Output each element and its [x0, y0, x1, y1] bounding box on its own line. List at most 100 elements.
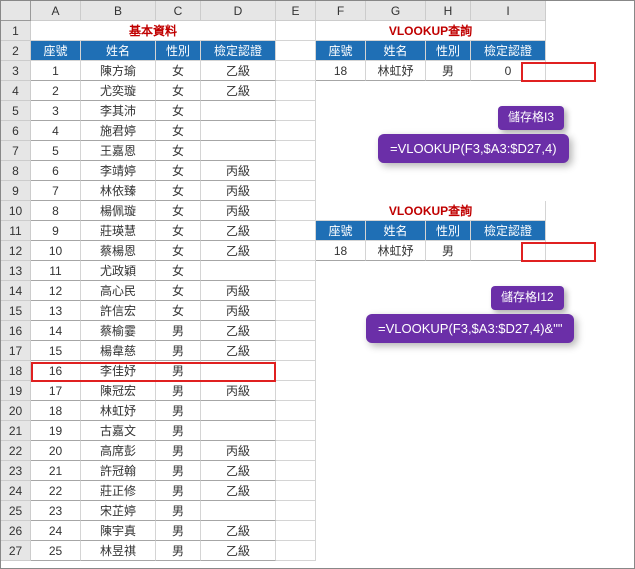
cell-B18[interactable]: 李佳妤: [81, 361, 156, 381]
cell-D15[interactable]: 丙級: [201, 301, 276, 321]
cell-B25[interactable]: 宋芷婷: [81, 501, 156, 521]
cell-A21[interactable]: 19: [31, 421, 81, 441]
cell-E8[interactable]: [276, 161, 316, 181]
cell-F3[interactable]: 18: [316, 61, 366, 81]
cell-D19[interactable]: 丙級: [201, 381, 276, 401]
cell-I12[interactable]: [471, 241, 546, 261]
row-4[interactable]: 4: [1, 81, 31, 101]
cell-D21[interactable]: [201, 421, 276, 441]
cell-E6[interactable]: [276, 121, 316, 141]
row-20[interactable]: 20: [1, 401, 31, 421]
cell-E27[interactable]: [276, 541, 316, 561]
cell-E17[interactable]: [276, 341, 316, 361]
cell-A6[interactable]: 4: [31, 121, 81, 141]
row-8[interactable]: 8: [1, 161, 31, 181]
cell-C8[interactable]: 女: [156, 161, 201, 181]
cell-A18[interactable]: 16: [31, 361, 81, 381]
cell-E11[interactable]: [276, 221, 316, 241]
row-26[interactable]: 26: [1, 521, 31, 541]
cell-E26[interactable]: [276, 521, 316, 541]
cell-A8[interactable]: 6: [31, 161, 81, 181]
cell-C14[interactable]: 女: [156, 281, 201, 301]
row-23[interactable]: 23: [1, 461, 31, 481]
col-B[interactable]: B: [81, 1, 156, 21]
cell-C23[interactable]: 男: [156, 461, 201, 481]
cell-D26[interactable]: 乙級: [201, 521, 276, 541]
row-11[interactable]: 11: [1, 221, 31, 241]
cell-D20[interactable]: [201, 401, 276, 421]
cell-C19[interactable]: 男: [156, 381, 201, 401]
cell-D5[interactable]: [201, 101, 276, 121]
cell-A12[interactable]: 10: [31, 241, 81, 261]
cell-E23[interactable]: [276, 461, 316, 481]
cell-B14[interactable]: 高心民: [81, 281, 156, 301]
cell-B7[interactable]: 王嘉恩: [81, 141, 156, 161]
col-H[interactable]: H: [426, 1, 471, 21]
row-10[interactable]: 10: [1, 201, 31, 221]
cell-G12[interactable]: 林虹妤: [366, 241, 426, 261]
cell-A25[interactable]: 23: [31, 501, 81, 521]
cell-C7[interactable]: 女: [156, 141, 201, 161]
cell-B4[interactable]: 尤奕璇: [81, 81, 156, 101]
col-A[interactable]: A: [31, 1, 81, 21]
cell-C12[interactable]: 女: [156, 241, 201, 261]
col-I[interactable]: I: [471, 1, 546, 21]
cell-E24[interactable]: [276, 481, 316, 501]
cell-C25[interactable]: 男: [156, 501, 201, 521]
col-E[interactable]: E: [276, 1, 316, 21]
cell-D25[interactable]: [201, 501, 276, 521]
cell-A16[interactable]: 14: [31, 321, 81, 341]
cell-D9[interactable]: 丙級: [201, 181, 276, 201]
cell-E10[interactable]: [276, 201, 316, 221]
cell-B23[interactable]: 許冠翰: [81, 461, 156, 481]
cell-E25[interactable]: [276, 501, 316, 521]
row-25[interactable]: 25: [1, 501, 31, 521]
cell-D16[interactable]: 乙級: [201, 321, 276, 341]
cell-E20[interactable]: [276, 401, 316, 421]
row-27[interactable]: 27: [1, 541, 31, 561]
cell-C16[interactable]: 男: [156, 321, 201, 341]
cell-B8[interactable]: 李靖婷: [81, 161, 156, 181]
cell-C26[interactable]: 男: [156, 521, 201, 541]
cell-D3[interactable]: 乙級: [201, 61, 276, 81]
cell-D27[interactable]: 乙級: [201, 541, 276, 561]
cell-C20[interactable]: 男: [156, 401, 201, 421]
cell-I3[interactable]: 0: [471, 61, 546, 81]
cell-A22[interactable]: 20: [31, 441, 81, 461]
row-16[interactable]: 16: [1, 321, 31, 341]
row-21[interactable]: 21: [1, 421, 31, 441]
cell-C11[interactable]: 女: [156, 221, 201, 241]
cell-E21[interactable]: [276, 421, 316, 441]
cell-A5[interactable]: 3: [31, 101, 81, 121]
row-14[interactable]: 14: [1, 281, 31, 301]
cell-D11[interactable]: 乙級: [201, 221, 276, 241]
row-12[interactable]: 12: [1, 241, 31, 261]
cell-B10[interactable]: 楊佩璇: [81, 201, 156, 221]
cell-A3[interactable]: 1: [31, 61, 81, 81]
cell-G3[interactable]: 林虹妤: [366, 61, 426, 81]
cell-C22[interactable]: 男: [156, 441, 201, 461]
cell-H12[interactable]: 男: [426, 241, 471, 261]
cell-E3[interactable]: [276, 61, 316, 81]
cell-C9[interactable]: 女: [156, 181, 201, 201]
cell-A15[interactable]: 13: [31, 301, 81, 321]
cell-H3[interactable]: 男: [426, 61, 471, 81]
cell-E19[interactable]: [276, 381, 316, 401]
cell-B12[interactable]: 蔡楊恩: [81, 241, 156, 261]
cell-A17[interactable]: 15: [31, 341, 81, 361]
cell-C3[interactable]: 女: [156, 61, 201, 81]
cell-B13[interactable]: 尤政穎: [81, 261, 156, 281]
row-7[interactable]: 7: [1, 141, 31, 161]
cell-A20[interactable]: 18: [31, 401, 81, 421]
cell-E22[interactable]: [276, 441, 316, 461]
cell-E9[interactable]: [276, 181, 316, 201]
cell-D6[interactable]: [201, 121, 276, 141]
cell-B3[interactable]: 陳方瑜: [81, 61, 156, 81]
col-C[interactable]: C: [156, 1, 201, 21]
cell-B20[interactable]: 林虹妤: [81, 401, 156, 421]
cell-B16[interactable]: 蔡榆霎: [81, 321, 156, 341]
cell-A10[interactable]: 8: [31, 201, 81, 221]
cell-D12[interactable]: 乙級: [201, 241, 276, 261]
cell-E18[interactable]: [276, 361, 316, 381]
row-18[interactable]: 18: [1, 361, 31, 381]
